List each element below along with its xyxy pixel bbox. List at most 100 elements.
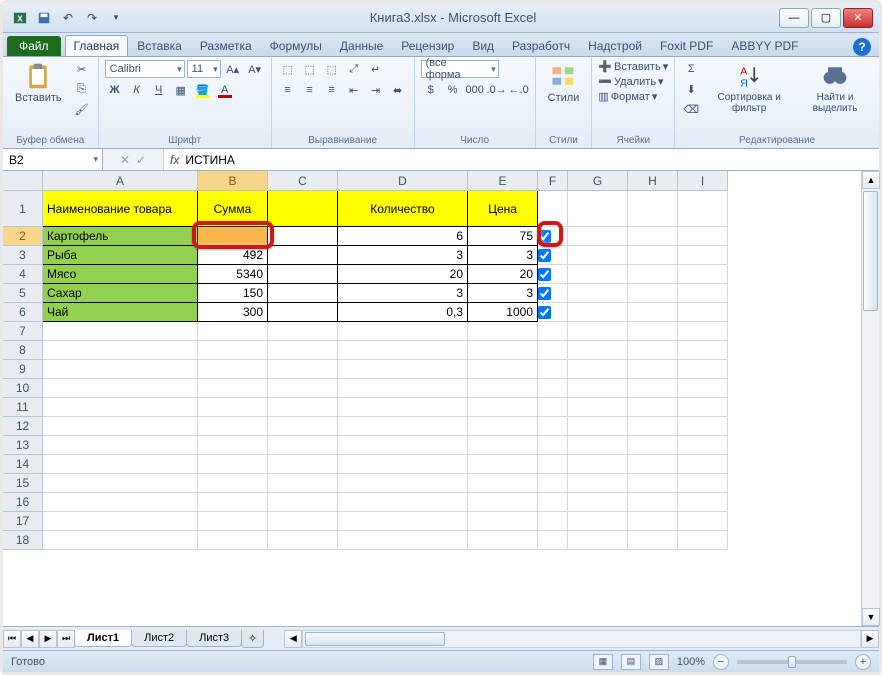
cell-C7[interactable] [268, 322, 338, 341]
cell-H8[interactable] [628, 341, 678, 360]
cell-I11[interactable] [678, 398, 728, 417]
cell-E16[interactable] [468, 493, 538, 512]
cell-F9[interactable] [538, 360, 568, 379]
scroll-down-icon[interactable]: ▼ [862, 608, 880, 626]
row-header-6[interactable]: 6 [3, 303, 43, 322]
cell-I5[interactable] [678, 284, 728, 303]
cell-F16[interactable] [538, 493, 568, 512]
cell-I8[interactable] [678, 341, 728, 360]
cell-G17[interactable] [568, 512, 628, 531]
cut-icon[interactable]: ✂ [72, 60, 92, 78]
col-header-D[interactable]: D [338, 171, 468, 191]
indent-increase-icon[interactable]: ⇥ [366, 81, 386, 99]
tab-formulas[interactable]: Формулы [261, 35, 331, 56]
checkbox-row-6[interactable] [538, 306, 551, 319]
row-header-16[interactable]: 16 [3, 493, 43, 512]
tab-addins[interactable]: Надстрой [579, 35, 651, 56]
cell-F5[interactable] [538, 284, 568, 303]
cell-D13[interactable] [338, 436, 468, 455]
cell-E1[interactable]: Цена [468, 191, 538, 227]
fill-icon[interactable]: ⬇ [681, 80, 701, 98]
cell-E14[interactable] [468, 455, 538, 474]
col-header-B[interactable]: B [198, 171, 268, 191]
page-break-view-icon[interactable]: ▨ [649, 654, 669, 670]
col-header-C[interactable]: C [268, 171, 338, 191]
cell-I4[interactable] [678, 265, 728, 284]
cell-B7[interactable] [198, 322, 268, 341]
row-header-4[interactable]: 4 [3, 265, 43, 284]
cell-E8[interactable] [468, 341, 538, 360]
row-header-10[interactable]: 10 [3, 379, 43, 398]
cell-E3[interactable]: 3 [468, 246, 538, 265]
font-color-icon[interactable]: A [215, 81, 235, 99]
shrink-font-icon[interactable]: A▾ [245, 60, 265, 78]
cell-H15[interactable] [628, 474, 678, 493]
cell-E2[interactable]: 75 [468, 227, 538, 246]
cell-C11[interactable] [268, 398, 338, 417]
zoom-level[interactable]: 100% [677, 656, 705, 668]
sheet-tab-2[interactable]: Лист2 [131, 630, 187, 647]
formula-cancel-icon[interactable]: ✕ [120, 153, 130, 167]
cell-H17[interactable] [628, 512, 678, 531]
sheet-prev-icon[interactable]: ◀ [21, 630, 39, 648]
cell-A18[interactable] [43, 531, 198, 550]
tab-file[interactable]: Файл [7, 36, 61, 56]
wrap-text-icon[interactable]: ↵ [366, 60, 386, 78]
cell-H4[interactable] [628, 265, 678, 284]
cell-G2[interactable] [568, 227, 628, 246]
zoom-out-icon[interactable]: − [713, 654, 729, 670]
cell-A7[interactable] [43, 322, 198, 341]
align-center-icon[interactable]: ≡ [300, 81, 320, 99]
cell-B2[interactable] [198, 227, 268, 246]
tab-developer[interactable]: Разработч [503, 35, 579, 56]
row-header-5[interactable]: 5 [3, 284, 43, 303]
cell-F8[interactable] [538, 341, 568, 360]
cell-I1[interactable] [678, 191, 728, 227]
checkbox-row-3[interactable] [538, 249, 551, 262]
scroll-up-icon[interactable]: ▲ [862, 171, 880, 189]
cell-C16[interactable] [268, 493, 338, 512]
cell-F1[interactable] [538, 191, 568, 227]
cell-C5[interactable] [268, 284, 338, 303]
cell-H13[interactable] [628, 436, 678, 455]
cell-D16[interactable] [338, 493, 468, 512]
cell-H18[interactable] [628, 531, 678, 550]
comma-icon[interactable]: 000 [465, 81, 485, 99]
tab-foxit[interactable]: Foxit PDF [651, 35, 722, 56]
row-header-3[interactable]: 3 [3, 246, 43, 265]
tab-layout[interactable]: Разметка [191, 35, 261, 56]
align-bottom-icon[interactable]: ⬚ [322, 60, 342, 78]
sheet-tab-3[interactable]: Лист3 [186, 630, 242, 647]
cell-B16[interactable] [198, 493, 268, 512]
cell-A3[interactable]: Рыба [43, 246, 198, 265]
cell-I13[interactable] [678, 436, 728, 455]
cell-G14[interactable] [568, 455, 628, 474]
cell-A17[interactable] [43, 512, 198, 531]
cell-D17[interactable] [338, 512, 468, 531]
row-header-15[interactable]: 15 [3, 474, 43, 493]
cell-E5[interactable]: 3 [468, 284, 538, 303]
cell-E12[interactable] [468, 417, 538, 436]
cell-C1[interactable] [268, 191, 338, 227]
cell-H10[interactable] [628, 379, 678, 398]
cell-I6[interactable] [678, 303, 728, 322]
horizontal-scrollbar[interactable]: ◀ ▶ [284, 630, 879, 648]
row-header-7[interactable]: 7 [3, 322, 43, 341]
cell-A12[interactable] [43, 417, 198, 436]
cell-C6[interactable] [268, 303, 338, 322]
col-header-G[interactable]: G [568, 171, 628, 191]
cell-C8[interactable] [268, 341, 338, 360]
cell-C10[interactable] [268, 379, 338, 398]
cell-B8[interactable] [198, 341, 268, 360]
col-header-I[interactable]: I [678, 171, 728, 191]
cell-G18[interactable] [568, 531, 628, 550]
sheet-last-icon[interactable]: ⏭ [57, 630, 75, 648]
cell-G3[interactable] [568, 246, 628, 265]
cell-D11[interactable] [338, 398, 468, 417]
percent-icon[interactable]: % [443, 81, 463, 99]
decrease-decimal-icon[interactable]: ←.0 [509, 81, 529, 99]
cell-F18[interactable] [538, 531, 568, 550]
indent-decrease-icon[interactable]: ⇤ [344, 81, 364, 99]
cell-E15[interactable] [468, 474, 538, 493]
tab-data[interactable]: Данные [331, 35, 392, 56]
